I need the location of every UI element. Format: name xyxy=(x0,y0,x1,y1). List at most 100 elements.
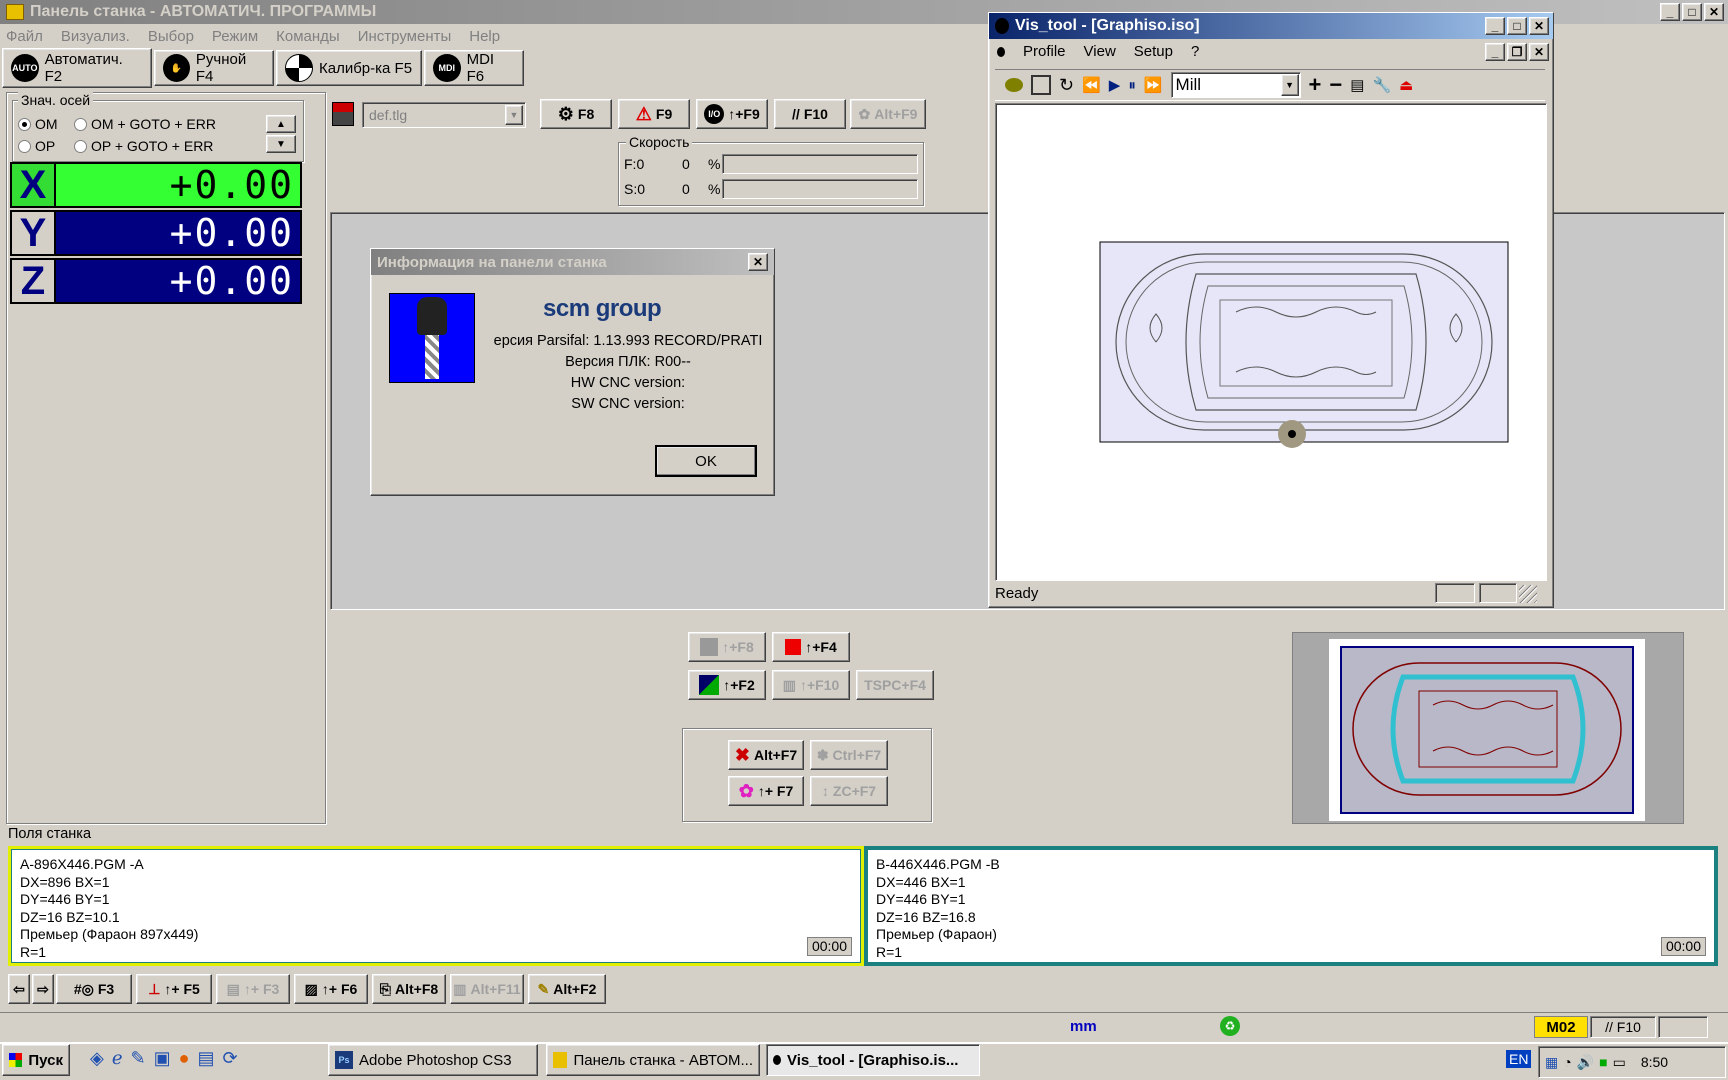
quicklaunch-7-icon[interactable]: ⟳ xyxy=(223,1048,238,1069)
doc-icon[interactable]: ▤ xyxy=(1350,76,1364,94)
doc-close-icon[interactable]: ✕ xyxy=(1529,43,1549,61)
mode-select[interactable]: Mill ▼ xyxy=(1170,72,1301,98)
tab-calibration[interactable]: Калибр-ка F5 xyxy=(276,50,422,86)
doc-minimize-icon[interactable]: _ xyxy=(1485,43,1505,61)
f3-button[interactable]: #◎ F3 xyxy=(56,974,132,1004)
speed-s-label: S:0 xyxy=(624,181,646,197)
menu-file[interactable]: Файл xyxy=(6,28,43,45)
alt-f9-button[interactable]: ✿ Alt+F9 xyxy=(850,99,926,129)
vis-close-icon[interactable]: ✕ xyxy=(1529,17,1549,35)
shift-f10-button[interactable]: ▥ ↑+F10 xyxy=(772,670,850,700)
alt-f11-button[interactable]: ▥ Alt+F11 xyxy=(450,974,524,1004)
start-button[interactable]: Пуск xyxy=(2,1044,70,1076)
taskbar-item-photoshop[interactable]: Ps Adobe Photoshop CS3 xyxy=(328,1044,538,1076)
rewind-icon[interactable]: ⏪ xyxy=(1082,76,1101,94)
save-icon[interactable]: ▣ xyxy=(154,1048,171,1069)
prev-arrow-button[interactable]: ⇦ xyxy=(8,974,30,1004)
vis-minimize-icon[interactable]: _ xyxy=(1485,17,1505,35)
volume-icon[interactable]: 🔊 xyxy=(1577,1054,1594,1071)
shift-f4-button[interactable]: ↑+F4 xyxy=(772,632,850,662)
tab-manual[interactable]: ✋ Ручной F4 xyxy=(154,50,274,86)
field-a[interactable]: A-896X446.PGM -A DX=896 BX=1 DY=446 BY=1… xyxy=(12,850,860,962)
firefox-icon[interactable]: ● xyxy=(179,1048,190,1069)
pause-icon[interactable]: ⏸ xyxy=(1128,77,1136,94)
fit-icon[interactable] xyxy=(1031,75,1051,95)
maximize-icon[interactable]: □ xyxy=(1682,3,1702,21)
display-icon[interactable]: ▭ xyxy=(1613,1054,1626,1071)
menu-tools[interactable]: Инструменты xyxy=(358,28,452,45)
zc-f7-button[interactable]: ↕ ZC+F7 xyxy=(810,776,888,806)
menu-help[interactable]: Help xyxy=(469,28,500,45)
scroll-up-button[interactable]: ▲ xyxy=(266,115,296,133)
tspc-button[interactable]: TSPC+F4 xyxy=(856,670,934,700)
quicklaunch-3-icon[interactable]: ✎ xyxy=(131,1048,146,1069)
list-icon: ▤ xyxy=(226,980,240,997)
vis-menu-profile[interactable]: Profile xyxy=(1023,43,1066,60)
zoom-in-icon[interactable]: + xyxy=(1309,72,1322,98)
ok-button[interactable]: OK xyxy=(655,445,757,477)
network-icon[interactable]: ▦ xyxy=(1545,1054,1558,1071)
tab-manual-label: Ручной F4 xyxy=(195,51,247,85)
info-dialog-title: Информация на панели станка xyxy=(377,253,607,271)
quicklaunch-1-icon[interactable]: ◈ xyxy=(90,1048,104,1069)
taskbar-item-vistool[interactable]: Vis_tool - [Graphiso.is... xyxy=(766,1044,980,1076)
shift-f5-button[interactable]: ⊥ ↑+ F5 xyxy=(136,974,212,1004)
tool-icon[interactable] xyxy=(332,102,354,126)
taskbar-item-panel[interactable]: Панель станка - АВТОМ... xyxy=(546,1044,760,1076)
menu-commands[interactable]: Команды xyxy=(276,28,340,45)
tray-green-icon[interactable]: ■ xyxy=(1599,1054,1607,1070)
tool-file-select[interactable]: def.tlg ▼ xyxy=(362,102,526,128)
radio-op-goto[interactable]: OP + GOTO + ERR xyxy=(74,138,213,154)
doc-restore-icon[interactable]: ❐ xyxy=(1507,43,1527,61)
shift-f6-button[interactable]: ▨ ↑+ F6 xyxy=(294,974,368,1004)
shift-f9-button[interactable]: I/O ↑+F9 xyxy=(696,99,768,129)
mini-preview-drawing xyxy=(1329,639,1645,821)
alt-f7-button[interactable]: ✖ Alt+F7 xyxy=(728,740,804,770)
notepad-icon[interactable]: ▤ xyxy=(197,1048,214,1069)
tab-mdi[interactable]: MDI MDI F6 xyxy=(424,50,524,86)
vis-menu-setup[interactable]: Setup xyxy=(1134,43,1173,60)
shift-f8-button[interactable]: ↑+F8 xyxy=(688,632,766,662)
vis-menu-help[interactable]: ? xyxy=(1191,43,1199,60)
zoom-out-icon[interactable]: − xyxy=(1329,72,1342,98)
next-arrow-button[interactable]: ⇨ xyxy=(32,974,54,1004)
ie-icon[interactable]: ℯ xyxy=(112,1048,123,1069)
alt-f2-button[interactable]: ✎ Alt+F2 xyxy=(528,974,606,1004)
minimize-icon[interactable]: _ xyxy=(1660,3,1680,21)
radio-om-label: OM xyxy=(35,116,58,132)
scroll-down-button[interactable]: ▼ xyxy=(266,135,296,153)
dro-y-label: Y xyxy=(10,210,56,256)
vis-menu-view[interactable]: View xyxy=(1084,43,1116,60)
ctrl-f7-button[interactable]: ✽ Ctrl+F7 xyxy=(810,740,888,770)
play-icon[interactable]: ▶ xyxy=(1109,76,1121,94)
shift-f3-button[interactable]: ▤ ↑+ F3 xyxy=(216,974,290,1004)
field-b[interactable]: B-446X446.PGM -B DX=446 BX=1 DY=446 BY=1… xyxy=(868,850,1714,962)
alt-f8-button[interactable]: ⎘ Alt+F8 xyxy=(372,974,446,1004)
f8-button[interactable]: ⚙ F8 xyxy=(540,99,612,129)
exit-icon[interactable]: ⏏ xyxy=(1399,76,1413,94)
forward-icon[interactable]: ⏩ xyxy=(1144,76,1163,94)
vis-tool-window: Vis_tool - [Graphiso.iso] _ □ ✕ Profile … xyxy=(988,12,1554,608)
menu-select[interactable]: Выбор xyxy=(148,28,194,45)
f10-button[interactable]: //F10 xyxy=(774,99,846,129)
menu-mode[interactable]: Режим xyxy=(212,28,258,45)
radio-om[interactable]: OM xyxy=(18,116,58,132)
wrench-icon[interactable]: 🔧 xyxy=(1372,76,1391,94)
record-icon[interactable] xyxy=(1005,78,1023,92)
vis-maximize-icon[interactable]: □ xyxy=(1507,17,1527,35)
shift-f2-button[interactable]: ↑+F2 xyxy=(688,670,766,700)
dialog-close-icon[interactable]: ✕ xyxy=(748,253,768,271)
dro-x-value: +0.00 xyxy=(56,162,302,208)
language-indicator[interactable]: EN xyxy=(1506,1050,1532,1068)
close-icon[interactable]: ✕ xyxy=(1704,3,1724,21)
tab-auto[interactable]: AUTO Автоматич. F2 xyxy=(2,48,152,88)
tray-clock-icon[interactable]: ◔ xyxy=(1563,1054,1571,1070)
rotate-icon[interactable]: ↻ xyxy=(1059,75,1074,96)
f9-button[interactable]: ⚠ F9 xyxy=(618,99,690,129)
radio-om-goto[interactable]: OM + GOTO + ERR xyxy=(74,116,216,132)
menu-visualize[interactable]: Визуализ. xyxy=(61,28,130,45)
shift-f7-button[interactable]: ✿ ↑+ F7 xyxy=(728,776,804,806)
edit-program-icon xyxy=(699,675,720,695)
radio-op[interactable]: OP xyxy=(18,138,55,154)
resize-grip-icon[interactable] xyxy=(1519,585,1537,603)
